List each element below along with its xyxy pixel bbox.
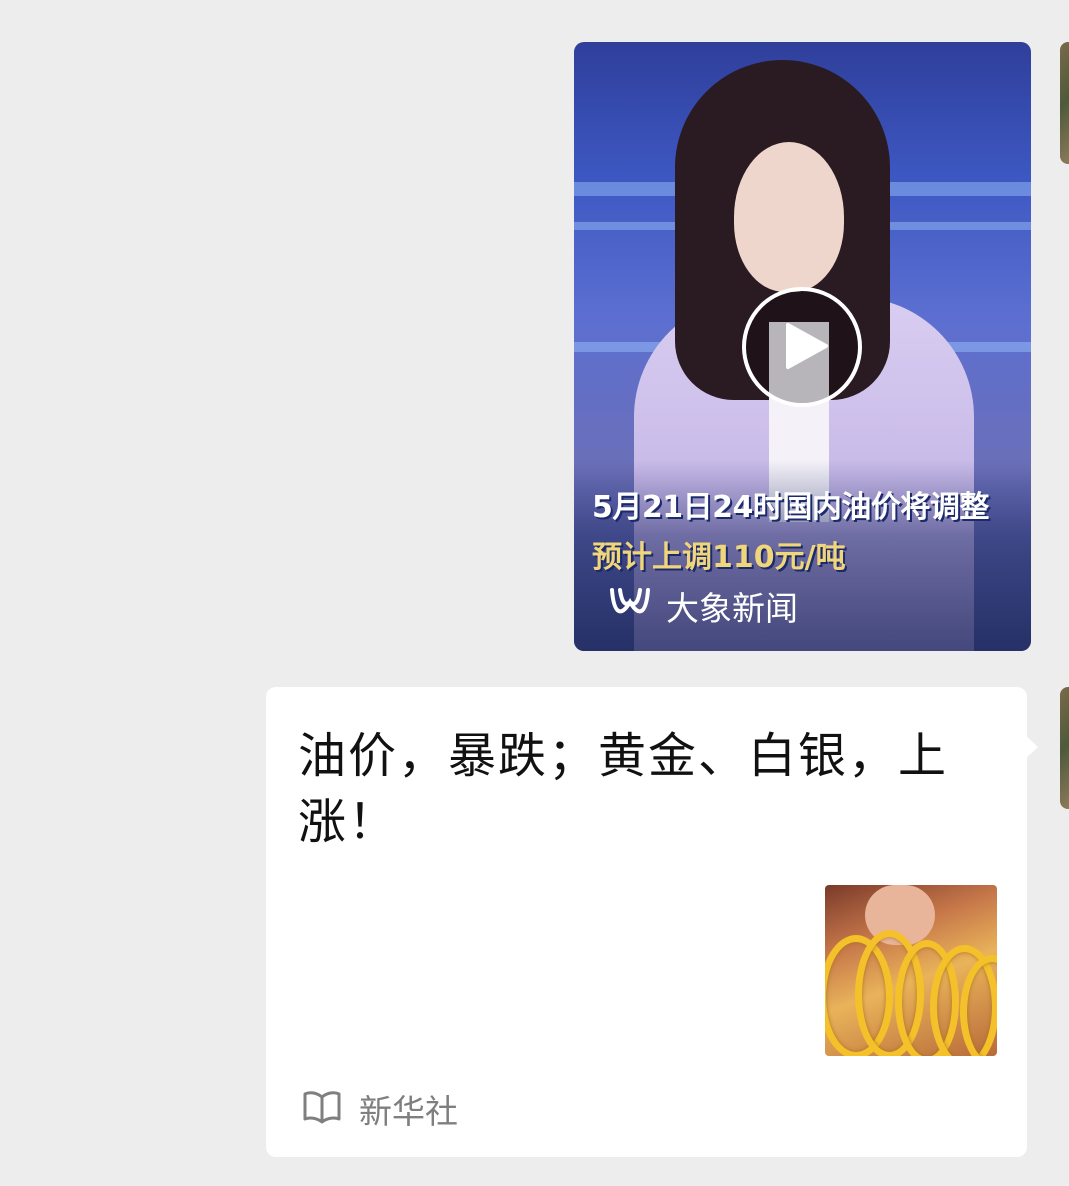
sender-avatar[interactable] — [1060, 687, 1069, 809]
play-button[interactable] — [742, 287, 862, 407]
video-caption-line2: 预计上调110元/吨 — [592, 540, 846, 575]
article-bubble-tail — [1024, 734, 1038, 760]
daxiang-news-logo-icon — [610, 588, 650, 614]
play-icon — [786, 323, 828, 369]
book-icon — [303, 1091, 341, 1124]
article-message-card[interactable]: 油价，暴跌；黄金、白银，上涨！ 新华社 — [266, 687, 1027, 1157]
gold-bangles-image — [825, 885, 997, 1056]
sender-avatar[interactable] — [1060, 42, 1069, 164]
video-source-name: 大象新闻 — [666, 589, 798, 628]
article-source-name: 新华社 — [359, 1092, 458, 1131]
video-message-card[interactable]: 5月21日24时国内油价将调整 预计上调110元/吨 大象新闻 — [574, 42, 1031, 651]
video-caption-line1: 5月21日24时国内油价将调整 — [592, 490, 989, 525]
video-presenter-face — [734, 142, 844, 292]
article-title: 油价，暴跌；黄金、白银，上涨！ — [298, 728, 949, 850]
